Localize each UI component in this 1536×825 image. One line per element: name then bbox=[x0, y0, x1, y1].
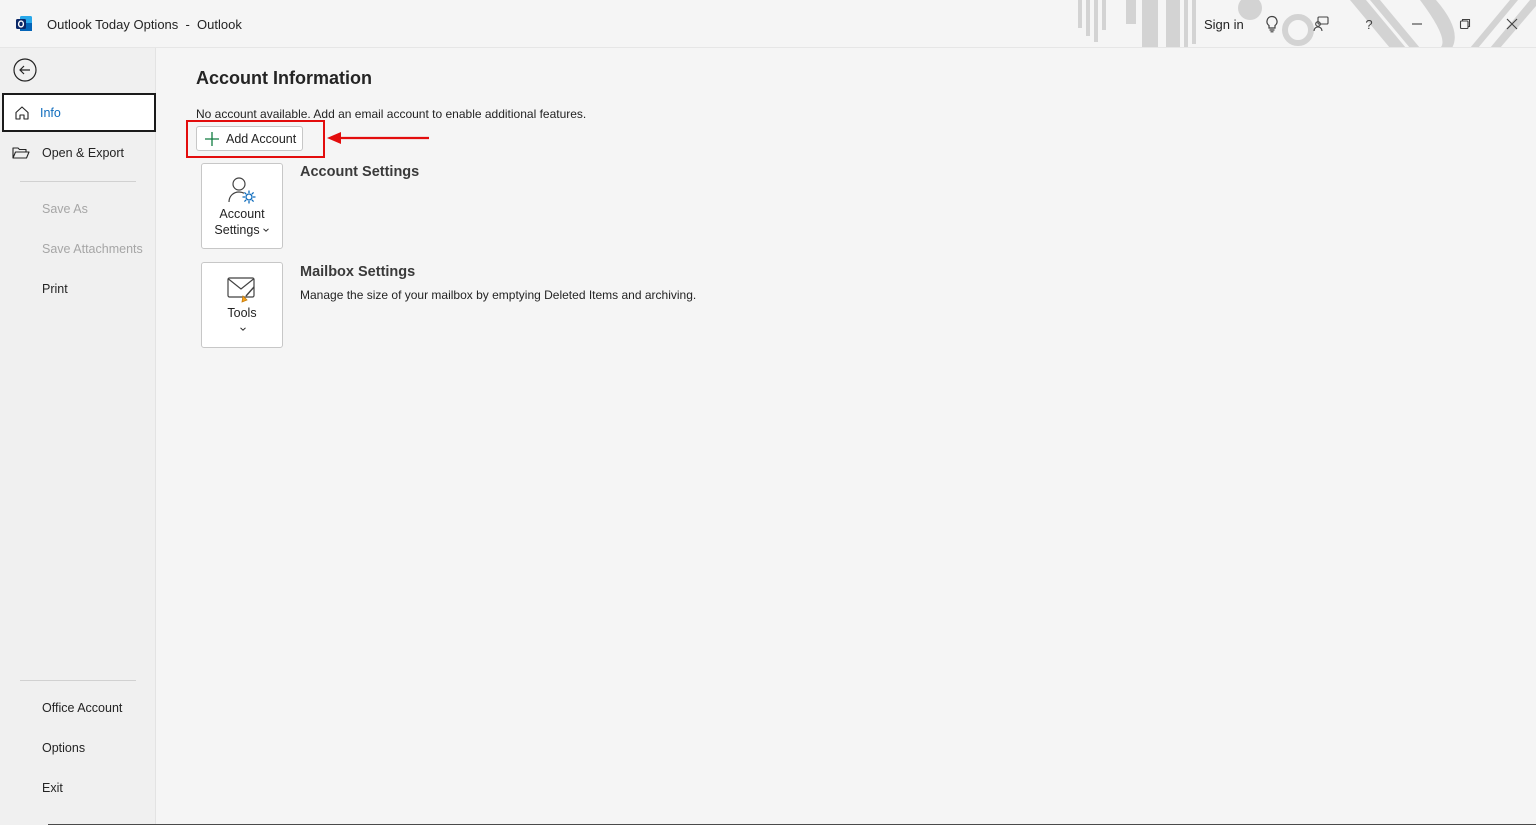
close-icon[interactable] bbox=[1500, 12, 1524, 36]
chevron-down-icon bbox=[239, 321, 247, 337]
folder-open-icon bbox=[0, 146, 42, 160]
mailbox-settings-description: Manage the size of your mailbox by empty… bbox=[300, 288, 697, 302]
sidebar-item-exit[interactable]: Exit bbox=[42, 781, 63, 795]
sidebar-item-print[interactable]: Print bbox=[42, 282, 68, 296]
sidebar-item-label: Open & Export bbox=[42, 146, 124, 160]
sign-in-button[interactable]: Sign in bbox=[1204, 17, 1244, 32]
sidebar-item-save-as: Save As bbox=[42, 202, 88, 216]
mailbox-settings-title: Mailbox Settings bbox=[300, 264, 416, 280]
highlight-box bbox=[186, 120, 325, 158]
backstage-sidebar: Info Open & Export Save As Save Attachme… bbox=[0, 48, 156, 825]
no-account-message: No account available. Add an email accou… bbox=[196, 107, 587, 121]
chevron-down-icon bbox=[262, 222, 270, 238]
outlook-logo-icon bbox=[16, 16, 32, 31]
title-bar: Outlook Today Options - Outlook Sign in … bbox=[0, 0, 1536, 48]
sidebar-divider bbox=[20, 680, 136, 681]
tile-label-text: Settings bbox=[214, 223, 260, 237]
window-title: Outlook Today Options - Outlook bbox=[47, 17, 242, 32]
back-button[interactable] bbox=[12, 57, 38, 83]
sidebar-item-open-export[interactable]: Open & Export bbox=[0, 133, 156, 173]
account-settings-title: Account Settings bbox=[300, 164, 420, 180]
tile-label: Account bbox=[219, 207, 265, 221]
sidebar-item-options[interactable]: Options bbox=[42, 741, 85, 755]
minimize-icon[interactable] bbox=[1405, 12, 1429, 36]
sidebar-item-office-account[interactable]: Office Account bbox=[42, 701, 122, 715]
arrow-annotation bbox=[327, 132, 429, 144]
tile-label: Tools bbox=[227, 306, 257, 320]
mailbox-tools-tile[interactable]: Tools bbox=[201, 262, 283, 348]
feedback-icon[interactable] bbox=[1309, 12, 1333, 36]
home-icon bbox=[4, 105, 40, 121]
restore-icon[interactable] bbox=[1453, 12, 1477, 36]
account-settings-icon bbox=[226, 174, 258, 206]
lightbulb-icon[interactable] bbox=[1260, 12, 1284, 36]
page-title: Account Information bbox=[196, 68, 372, 88]
account-settings-tile[interactable]: Account Settings bbox=[201, 163, 283, 249]
sidebar-item-save-attachments: Save Attachments bbox=[42, 242, 143, 256]
sidebar-item-info[interactable]: Info bbox=[2, 93, 156, 132]
tile-label-line2: Settings bbox=[214, 222, 269, 238]
mailbox-tools-icon bbox=[226, 273, 258, 305]
back-arrow-icon bbox=[13, 58, 37, 82]
help-icon[interactable]: ? bbox=[1357, 12, 1381, 36]
sidebar-item-label: Info bbox=[40, 105, 61, 120]
main-content: Account Information No account available… bbox=[156, 48, 1536, 825]
sidebar-divider bbox=[20, 181, 136, 182]
